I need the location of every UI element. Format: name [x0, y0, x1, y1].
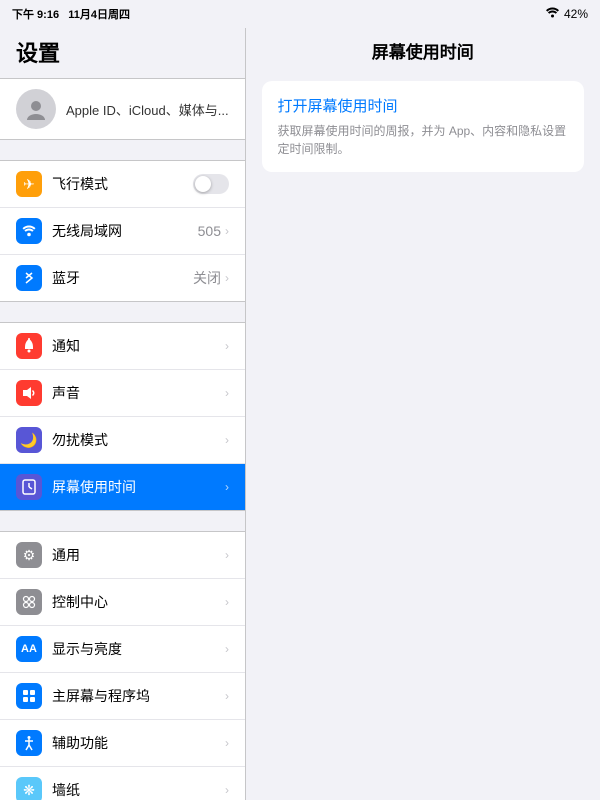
sidebar-item-donotdisturb[interactable]: 🌙 勿扰模式 ›	[0, 417, 245, 464]
sidebar-item-wallpaper[interactable]: ❋ 墙纸 ›	[0, 767, 245, 800]
controlcenter-icon	[16, 589, 42, 615]
status-bar: 下午 9:16 11月4日周四 42%	[0, 0, 600, 28]
sidebar-item-airplane[interactable]: ✈ 飞行模式	[0, 161, 245, 208]
sidebar: 设置 Apple ID、iCloud、媒体与... ✈ 飞行模式	[0, 28, 245, 800]
profile-name: Apple ID、iCloud、媒体与...	[66, 100, 229, 119]
detail-content: 打开屏幕使用时间 获取屏幕使用时间的周报，并为 App、内容和隐私设置定时间限制…	[246, 71, 600, 800]
wifi-chevron: ›	[225, 224, 229, 238]
sidebar-item-homescreen[interactable]: 主屏幕与程序坞 ›	[0, 673, 245, 720]
avatar	[16, 89, 56, 129]
sidebar-title: 设置	[0, 28, 245, 74]
screentime-chevron: ›	[225, 480, 229, 494]
notifications-chevron: ›	[225, 339, 229, 353]
general-icon: ⚙	[16, 542, 42, 568]
screentime-icon	[16, 474, 42, 500]
bluetooth-icon	[16, 265, 42, 291]
accessibility-label: 辅助功能	[52, 733, 225, 753]
sidebar-item-controlcenter[interactable]: 控制中心 ›	[0, 579, 245, 626]
settings-group-alerts: 通知 › 声音 › 🌙 勿扰模式 ›	[0, 322, 245, 511]
sidebar-item-bluetooth[interactable]: 蓝牙 关闭 ›	[0, 255, 245, 301]
airplane-toggle[interactable]	[193, 174, 229, 194]
sidebar-item-accessibility[interactable]: 辅助功能 ›	[0, 720, 245, 767]
airplane-label: 飞行模式	[52, 174, 193, 194]
settings-group-general: ⚙ 通用 › 控制中心 › AA 显	[0, 531, 245, 800]
general-label: 通用	[52, 545, 225, 565]
profile-row[interactable]: Apple ID、iCloud、媒体与...	[0, 78, 245, 140]
controlcenter-label: 控制中心	[52, 592, 225, 612]
bluetooth-chevron: ›	[225, 271, 229, 285]
accessibility-chevron: ›	[225, 736, 229, 750]
homescreen-label: 主屏幕与程序坞	[52, 686, 225, 706]
enable-link[interactable]: 打开屏幕使用时间	[278, 95, 569, 116]
sidebar-item-display[interactable]: AA 显示与亮度 ›	[0, 626, 245, 673]
homescreen-icon	[16, 683, 42, 709]
status-time: 下午 9:16 11月4日周四	[12, 6, 130, 22]
donotdisturb-label: 勿扰模式	[52, 430, 225, 450]
wifi-value: 505	[198, 223, 221, 239]
sounds-label: 声音	[52, 383, 225, 403]
display-label: 显示与亮度	[52, 639, 225, 659]
sidebar-item-screentime[interactable]: 屏幕使用时间 ›	[0, 464, 245, 510]
wallpaper-label: 墙纸	[52, 780, 225, 800]
notifications-label: 通知	[52, 336, 225, 356]
settings-group-connectivity: ✈ 飞行模式 无线局域网 505 ›	[0, 160, 245, 302]
homescreen-chevron: ›	[225, 689, 229, 703]
bluetooth-value: 关闭	[193, 268, 221, 288]
sounds-chevron: ›	[225, 386, 229, 400]
accessibility-icon	[16, 730, 42, 756]
detail-title: 屏幕使用时间	[246, 28, 600, 71]
donotdisturb-chevron: ›	[225, 433, 229, 447]
display-icon: AA	[16, 636, 42, 662]
status-icons: 42%	[545, 7, 588, 21]
battery-icon: 42%	[564, 7, 588, 21]
notifications-icon	[16, 333, 42, 359]
display-chevron: ›	[225, 642, 229, 656]
airplane-icon: ✈	[16, 171, 42, 197]
screentime-label: 屏幕使用时间	[52, 477, 225, 497]
bluetooth-label: 蓝牙	[52, 268, 193, 288]
wallpaper-chevron: ›	[225, 783, 229, 797]
sounds-icon	[16, 380, 42, 406]
wifi-label: 无线局域网	[52, 221, 198, 241]
controlcenter-chevron: ›	[225, 595, 229, 609]
sidebar-item-general[interactable]: ⚙ 通用 ›	[0, 532, 245, 579]
sidebar-item-wifi[interactable]: 无线局域网 505 ›	[0, 208, 245, 255]
sidebar-item-notifications[interactable]: 通知 ›	[0, 323, 245, 370]
wifi-setting-icon	[16, 218, 42, 244]
enable-desc: 获取屏幕使用时间的周报，并为 App、内容和隐私设置定时间限制。	[278, 122, 569, 158]
general-chevron: ›	[225, 548, 229, 562]
wallpaper-icon: ❋	[16, 777, 42, 800]
donotdisturb-icon: 🌙	[16, 427, 42, 453]
sidebar-item-sounds[interactable]: 声音 ›	[0, 370, 245, 417]
wifi-icon	[545, 7, 560, 21]
enable-card: 打开屏幕使用时间 获取屏幕使用时间的周报，并为 App、内容和隐私设置定时间限制…	[262, 81, 585, 172]
detail-panel: 屏幕使用时间 打开屏幕使用时间 获取屏幕使用时间的周报，并为 App、内容和隐私…	[246, 28, 600, 800]
